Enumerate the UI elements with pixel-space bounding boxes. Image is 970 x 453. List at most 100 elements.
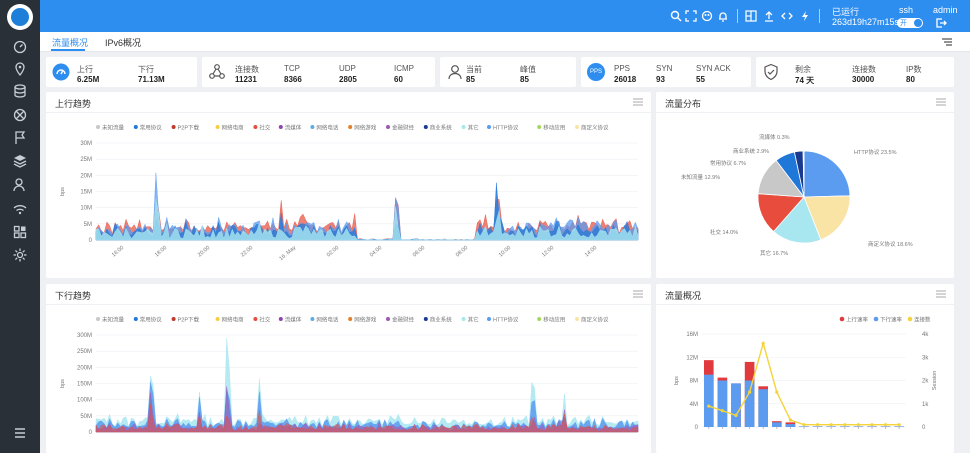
search-icon[interactable] <box>670 10 682 22</box>
pps-badge-icon: PPS <box>587 63 605 81</box>
network-nodes-icon <box>209 64 225 79</box>
y-tick-label: 20M <box>80 173 92 179</box>
legend-marker <box>133 317 138 321</box>
traffic-distribution-panel: 流量分布 流媒体 0.3% 商业系统 2.9% 常用协议 6.7% 未知流量 12.9… <box>656 92 954 278</box>
legend-label: 移动应用 <box>543 124 565 132</box>
ssh-toggle[interactable]: 开 <box>897 18 923 28</box>
dashboard-icon[interactable] <box>12 38 28 54</box>
legend-label: P2P下载 <box>178 316 200 324</box>
legend-label: 下行速率 <box>880 316 903 324</box>
legend-label: 其它 <box>468 316 479 324</box>
x-tick-label: 16:00 <box>111 245 125 258</box>
legend-marker <box>487 317 491 321</box>
layers-icon[interactable] <box>12 153 28 169</box>
ssh-toggle-knob <box>914 19 922 27</box>
legend-label: P2P下载 <box>178 124 200 132</box>
x-tick-label: 04:00 <box>369 245 383 258</box>
bar-download <box>704 374 714 427</box>
grid-icon[interactable] <box>12 224 28 240</box>
legend-marker <box>133 125 138 129</box>
code-icon[interactable] <box>781 10 793 22</box>
legend-marker <box>423 317 428 321</box>
y-tick-label: 100M <box>77 398 92 404</box>
tab-traffic-overview[interactable]: 流量概况 <box>52 36 88 49</box>
pps-value: 26018 <box>614 75 637 84</box>
layout-icon[interactable] <box>745 10 757 22</box>
traffic-gauge-icon <box>52 63 70 81</box>
wifi-icon[interactable] <box>12 201 28 217</box>
pie-label: 社交 14.0% <box>710 228 738 236</box>
panel-menu-icon[interactable] <box>633 290 643 298</box>
settings-icon[interactable] <box>12 247 28 263</box>
x-tick-label: 14:00 <box>584 245 598 258</box>
database-icon[interactable] <box>12 83 28 99</box>
legend-marker <box>487 125 491 129</box>
legend-marker <box>310 125 315 129</box>
x-tick-label: 18:00 <box>154 245 168 258</box>
downstream-chart: 未知流量 常用协议 P2P下载 网络电商 社交 流媒体 网络电话 网络游戏 金融财经 商业系统 其它… <box>60 316 639 436</box>
legend-marker <box>171 125 176 129</box>
y-tick-label: 30M <box>80 141 92 147</box>
collapse-menu-icon[interactable] <box>942 38 952 46</box>
legend-marker <box>253 125 258 129</box>
username: admin <box>933 5 958 15</box>
menu-icon[interactable] <box>12 425 28 441</box>
pie-label: HTTP协议 23.5% <box>854 148 897 156</box>
topbar: 已运行 263d19h27m15s ssh 开 admin <box>40 0 970 32</box>
panel-menu-icon[interactable] <box>936 290 946 298</box>
icmp-value: 60 <box>394 75 403 84</box>
bar-download <box>840 426 850 427</box>
upstream-trend-panel: 上行趋势 未知流量 常用协议 P2P下载 网络电商 社交 流媒体 网络电话 网络游戏 金融财经 商… <box>46 92 651 278</box>
legend-marker <box>575 317 579 321</box>
logout-icon[interactable] <box>935 17 947 29</box>
x-tick-label: 08:00 <box>455 245 469 258</box>
flag-icon[interactable] <box>12 130 28 146</box>
y-axis-label: bps <box>674 376 680 385</box>
legend-marker <box>907 316 913 322</box>
icmp-label: ICMP <box>394 64 414 73</box>
legend-label: 流媒体 <box>285 316 302 324</box>
y-tick-label: 0 <box>695 425 699 431</box>
bell-icon[interactable] <box>717 10 729 22</box>
bar-download <box>894 426 904 427</box>
ssh-label: ssh <box>899 5 914 15</box>
y-tick-label: 0 <box>89 430 93 436</box>
logo[interactable] <box>7 4 33 30</box>
user-icon[interactable] <box>12 177 28 193</box>
panel-menu-icon[interactable] <box>936 98 946 106</box>
pie-label: 常用协议 6.7% <box>710 159 746 167</box>
theme-icon[interactable] <box>701 10 713 22</box>
legend-marker <box>423 125 428 129</box>
legend-marker <box>537 125 542 129</box>
legend-marker <box>215 317 220 321</box>
legend-marker <box>575 125 579 129</box>
upstream-chart: 未知流量 常用协议 P2P下载 网络电商 社交 流媒体 网络电话 网络游戏 金融财经 商业系统 其它… <box>60 124 639 262</box>
legend-marker <box>461 125 466 129</box>
x-tick-label: 22:00 <box>240 245 254 258</box>
fullscreen-icon[interactable] <box>685 10 697 22</box>
panel-menu-icon[interactable] <box>633 98 643 106</box>
x-tick-label: 10:00 <box>498 245 512 258</box>
topbar-divider <box>737 9 738 23</box>
legend-label: 流媒体 <box>285 124 302 132</box>
y-tick-label: 50M <box>80 414 92 420</box>
y2-tick-label: 1k <box>922 402 929 408</box>
legend-label: 其它 <box>468 124 479 132</box>
bar-download <box>772 422 782 427</box>
legend-label: 商业系统 <box>430 316 453 324</box>
tab-ipv6-overview[interactable]: IPv6概况 <box>105 36 141 49</box>
legend-marker <box>386 317 390 321</box>
legend-label: 常用协议 <box>140 124 163 132</box>
y-tick-label: 25M <box>80 157 92 163</box>
legend-label: 网络电话 <box>316 124 339 132</box>
remaining-value: 74 天 <box>795 76 815 85</box>
location-pin-icon[interactable] <box>12 61 28 77</box>
lightning-icon[interactable] <box>799 10 811 22</box>
synack-label: SYN ACK <box>696 64 731 73</box>
syn-value: 93 <box>656 75 665 84</box>
legend-label: HTTP协议 <box>493 124 519 132</box>
pie-label: 未知流量 12.9% <box>681 173 720 181</box>
upload-icon[interactable] <box>763 10 775 22</box>
y-tick-label: 200M <box>77 365 92 371</box>
network-icon[interactable] <box>12 107 28 123</box>
